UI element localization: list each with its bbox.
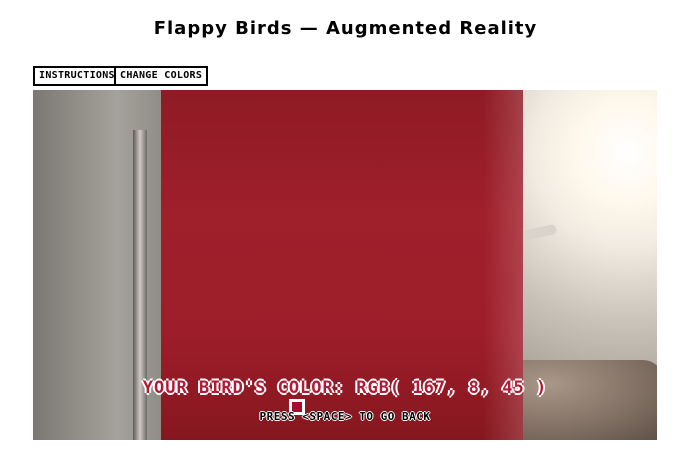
page-title: Flappy Birds — Augmented Reality xyxy=(153,18,538,39)
instructions-button[interactable]: Instructions xyxy=(33,66,121,86)
change-colors-button[interactable]: Change Colors xyxy=(114,66,209,86)
bird-color-readout: Your Bird's Color: RGB( 167, 8, 45 ) xyxy=(142,378,548,398)
camera-viewport[interactable]: Your Bird's Color: RGB( 167, 8, 45 ) Pre… xyxy=(33,90,657,440)
back-hint-text: Press <Space> to go back xyxy=(259,410,431,423)
